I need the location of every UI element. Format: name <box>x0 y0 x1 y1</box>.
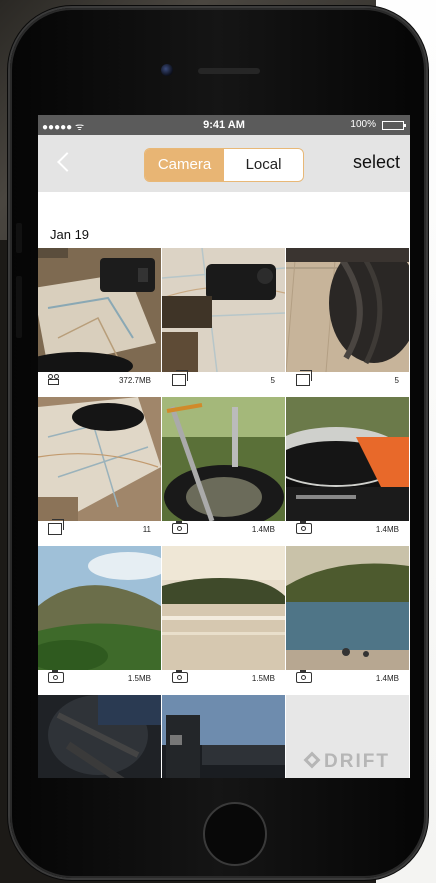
mute-switch <box>16 223 22 253</box>
drift-mark-icon <box>303 751 321 769</box>
media-thumbnail <box>286 397 409 521</box>
media-thumbnail <box>38 248 161 372</box>
camera-icon <box>48 670 64 683</box>
media-caption: 1.4MB <box>286 670 409 691</box>
battery-icon <box>382 121 406 130</box>
chevron-left-icon[interactable] <box>57 152 77 172</box>
media-item[interactable] <box>162 695 285 778</box>
camera-icon <box>296 521 312 534</box>
drift-logo-text: DRIFT <box>324 751 390 772</box>
photo-stack-icon <box>296 370 312 386</box>
video-camera-icon <box>48 374 61 385</box>
media-thumbnail <box>38 397 161 521</box>
media-caption: 5 <box>286 370 409 393</box>
media-item[interactable] <box>38 695 161 778</box>
media-item[interactable]: 5 <box>286 248 409 393</box>
media-item[interactable]: 1.4MB <box>286 397 409 542</box>
media-size: 1.5MB <box>251 674 275 683</box>
media-thumbnail <box>162 546 285 670</box>
placeholder-tile[interactable]: DRIFT <box>286 695 409 778</box>
media-item[interactable]: 1.5MB <box>38 546 161 691</box>
media-thumbnail <box>286 248 409 372</box>
volume-button <box>16 276 22 338</box>
photo-stack-icon <box>172 370 188 386</box>
segment-local[interactable]: Local <box>224 149 303 181</box>
battery-percent: 100% <box>350 119 376 130</box>
media-thumbnail <box>38 695 161 778</box>
media-item[interactable]: 1.5MB <box>162 546 285 691</box>
source-segmented-control: Camera Local <box>144 148 304 182</box>
segment-camera[interactable]: Camera <box>145 149 224 181</box>
media-item[interactable]: 1.4MB <box>286 546 409 691</box>
media-thumbnail <box>162 248 285 372</box>
date-header: Jan 19 <box>50 227 90 242</box>
media-size: 1.4MB <box>375 674 399 683</box>
home-button[interactable] <box>203 802 267 866</box>
media-thumbnail <box>38 546 161 670</box>
camera-icon <box>172 670 188 683</box>
media-count: 5 <box>270 376 275 385</box>
media-size: 1.4MB <box>251 525 275 534</box>
media-count: 5 <box>394 376 399 385</box>
media-caption: 372.7MB <box>38 372 161 393</box>
media-caption: 1.5MB <box>38 670 161 691</box>
camera-icon <box>172 521 188 534</box>
camera-icon <box>296 670 312 683</box>
photo-stack-icon <box>48 519 64 535</box>
media-caption: 1.4MB <box>162 521 285 542</box>
status-bar: ●●●●● ᯤ 9:41 AM 100% <box>38 115 410 135</box>
media-item[interactable]: 11 <box>38 397 161 542</box>
media-item[interactable]: 372.7MB <box>38 248 161 393</box>
app-screen: ●●●●● ᯤ 9:41 AM 100% Camera Local select… <box>38 115 410 778</box>
media-size: 1.5MB <box>127 674 151 683</box>
media-count: 11 <box>142 525 151 534</box>
select-button[interactable]: select <box>353 152 400 173</box>
media-caption: 11 <box>38 519 161 542</box>
media-size: 1.4MB <box>375 525 399 534</box>
media-thumbnail <box>162 695 285 778</box>
nav-bar: Camera Local select <box>38 135 410 192</box>
earpiece-speaker <box>198 68 260 74</box>
media-caption: 5 <box>162 370 285 393</box>
media-item[interactable]: 5 <box>162 248 285 393</box>
media-caption: 1.4MB <box>286 521 409 542</box>
drift-logo: DRIFT <box>292 751 404 773</box>
media-caption: 1.5MB <box>162 670 285 691</box>
media-thumbnail <box>162 397 285 521</box>
media-item[interactable]: 1.4MB <box>162 397 285 542</box>
front-camera <box>161 64 173 76</box>
media-thumbnail <box>286 546 409 670</box>
media-size: 372.7MB <box>118 376 151 385</box>
